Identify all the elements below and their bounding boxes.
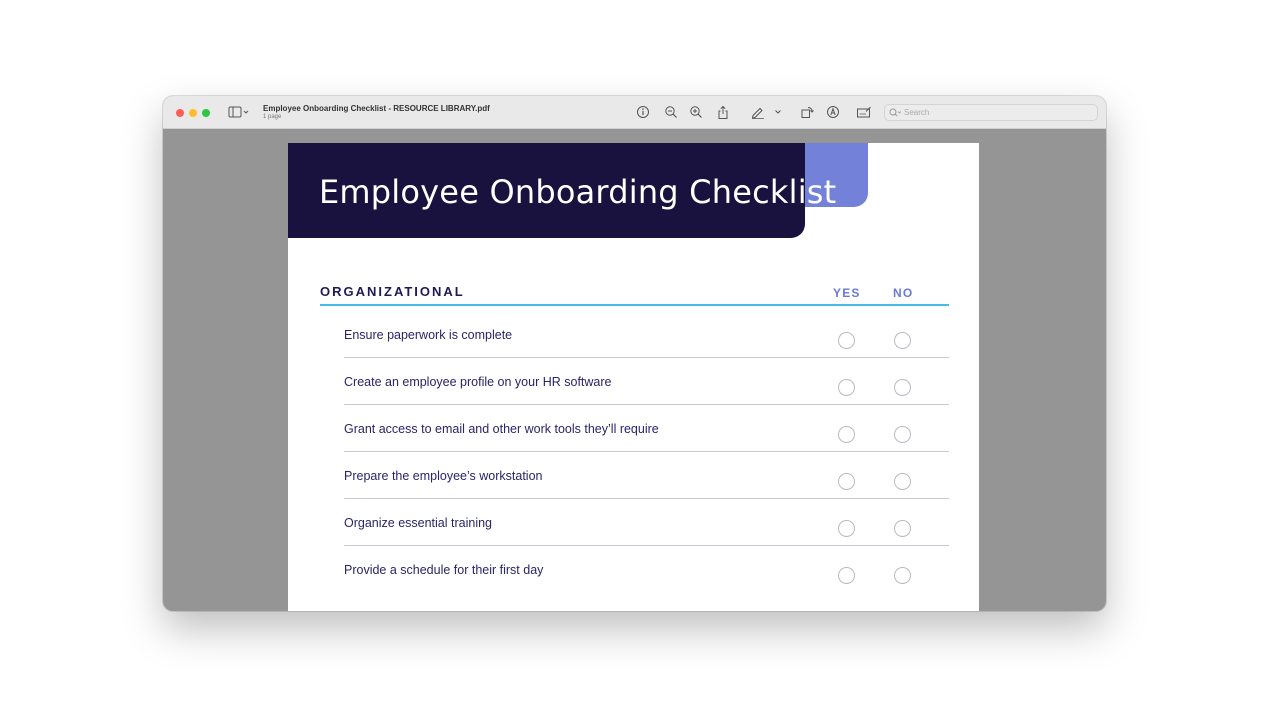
checklist-row: Organize essential training <box>320 499 949 546</box>
markup-button[interactable] <box>749 103 767 121</box>
share-icon <box>718 105 728 119</box>
checklist-row: Ensure paperwork is complete <box>320 311 949 358</box>
title-bar: Employee Onboarding Checklist - RESOURCE… <box>163 96 1106 129</box>
minimize-window-button[interactable] <box>189 109 197 117</box>
checklist-row: Create an employee profile on your HR so… <box>320 358 949 405</box>
page-count: 1 page <box>263 114 282 120</box>
pdf-page: Employee Onboarding Checklist ORGANIZATI… <box>288 143 979 611</box>
page-title: Employee Onboarding Checklist <box>319 173 837 211</box>
zoom-in-button[interactable] <box>688 103 704 121</box>
yes-radio[interactable] <box>838 426 855 443</box>
search-icon <box>889 108 901 117</box>
checklist-item-label: Create an employee profile on your HR so… <box>344 375 612 389</box>
yes-radio[interactable] <box>838 473 855 490</box>
preview-window: Employee Onboarding Checklist - RESOURCE… <box>163 96 1106 611</box>
fullscreen-window-button[interactable] <box>202 109 210 117</box>
search-field[interactable]: Search <box>884 104 1098 121</box>
document-title: Employee Onboarding Checklist - RESOURCE… <box>263 104 490 113</box>
checklist-row: Grant access to email and other work too… <box>320 405 949 452</box>
checklist-item-label: Ensure paperwork is complete <box>344 328 513 342</box>
column-header-no: NO <box>893 286 914 300</box>
rotate-button[interactable] <box>799 103 815 121</box>
form-fill-button[interactable] <box>855 103 873 121</box>
share-button[interactable] <box>715 103 731 121</box>
info-icon <box>637 106 649 118</box>
zoom-in-icon <box>690 106 702 118</box>
section-title: ORGANIZATIONAL <box>320 284 465 299</box>
search-placeholder: Search <box>904 108 930 117</box>
zoom-out-icon <box>665 106 677 118</box>
checklist-row: Provide a schedule for their first day <box>320 546 949 593</box>
markup-menu-button[interactable] <box>773 103 783 121</box>
checklist-row: Prepare the employee’s workstation <box>320 452 949 499</box>
checklist-item-label: Grant access to email and other work too… <box>344 422 659 436</box>
no-radio[interactable] <box>894 426 911 443</box>
no-radio[interactable] <box>894 567 911 584</box>
highlight-button[interactable] <box>825 103 841 121</box>
highlight-icon <box>827 106 839 118</box>
form-fill-icon <box>857 106 871 118</box>
yes-radio[interactable] <box>838 379 855 396</box>
checklist-item-label: Prepare the employee’s workstation <box>344 469 543 483</box>
yes-radio[interactable] <box>838 332 855 349</box>
checklist-item-label: Provide a schedule for their first day <box>344 563 544 577</box>
yes-radio[interactable] <box>838 520 855 537</box>
info-button[interactable] <box>635 103 651 121</box>
close-window-button[interactable] <box>176 109 184 117</box>
chevron-down-icon <box>775 110 781 114</box>
yes-radio[interactable] <box>838 567 855 584</box>
sidebar-toggle-button[interactable] <box>227 103 251 121</box>
rotate-icon <box>801 107 814 118</box>
markup-pen-icon <box>751 107 764 119</box>
header-banner: Employee Onboarding Checklist <box>288 143 836 238</box>
sidebar-icon <box>228 106 249 118</box>
section-divider <box>320 304 949 306</box>
no-radio[interactable] <box>894 332 911 349</box>
column-header-yes: YES <box>833 286 861 300</box>
zoom-out-button[interactable] <box>663 103 679 121</box>
checklist-item-label: Organize essential training <box>344 516 492 530</box>
no-radio[interactable] <box>894 520 911 537</box>
no-radio[interactable] <box>894 473 911 490</box>
no-radio[interactable] <box>894 379 911 396</box>
